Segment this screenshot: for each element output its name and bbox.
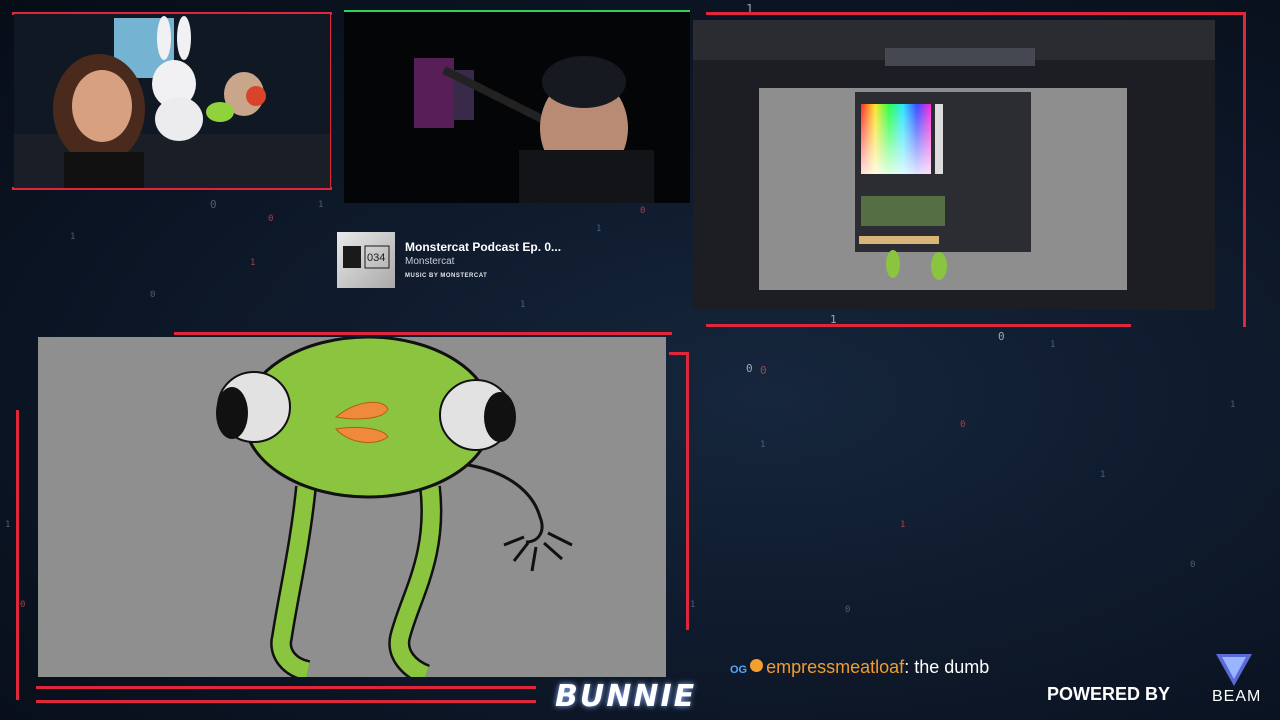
chat-message: OG empressmeatloaf: the dumb	[730, 657, 989, 679]
track-subtitle: MUSIC BY MONSTERCAT	[405, 273, 488, 279]
track-artist: Monstercat	[405, 256, 455, 267]
album-art-label: 034	[367, 252, 386, 264]
drawing-canvas	[38, 337, 666, 677]
beam-logo-icon	[1216, 654, 1252, 686]
frame-line	[686, 352, 689, 630]
frame-line	[36, 700, 536, 703]
coin-icon	[750, 659, 764, 672]
album-art: 034	[337, 232, 395, 288]
frame-line	[16, 410, 19, 700]
chat-separator: :	[904, 657, 910, 677]
og-badge: OG	[730, 664, 748, 676]
frame-line	[36, 686, 536, 689]
sponsor-name: BEAM	[1212, 688, 1262, 705]
screen-share-preview	[693, 20, 1215, 310]
chat-text: the dumb	[914, 657, 990, 677]
now-playing-widget: 034 Monstercat Podcast Ep. 0... Monsterc…	[337, 232, 687, 290]
frame-line	[706, 324, 1131, 327]
track-title: Monstercat Podcast Ep. 0...	[405, 240, 562, 254]
frame-line	[1243, 12, 1246, 327]
powered-by-label: POWERED BY	[1047, 684, 1171, 704]
frame-line	[706, 12, 1246, 15]
webcam-streamer	[14, 14, 330, 188]
streamer-logo: BUNNIE	[555, 679, 697, 714]
frog-character-drawing	[38, 337, 666, 677]
chat-username: empressmeatloaf	[766, 657, 905, 677]
webcam-guest	[344, 10, 690, 203]
frame-line	[174, 332, 672, 335]
